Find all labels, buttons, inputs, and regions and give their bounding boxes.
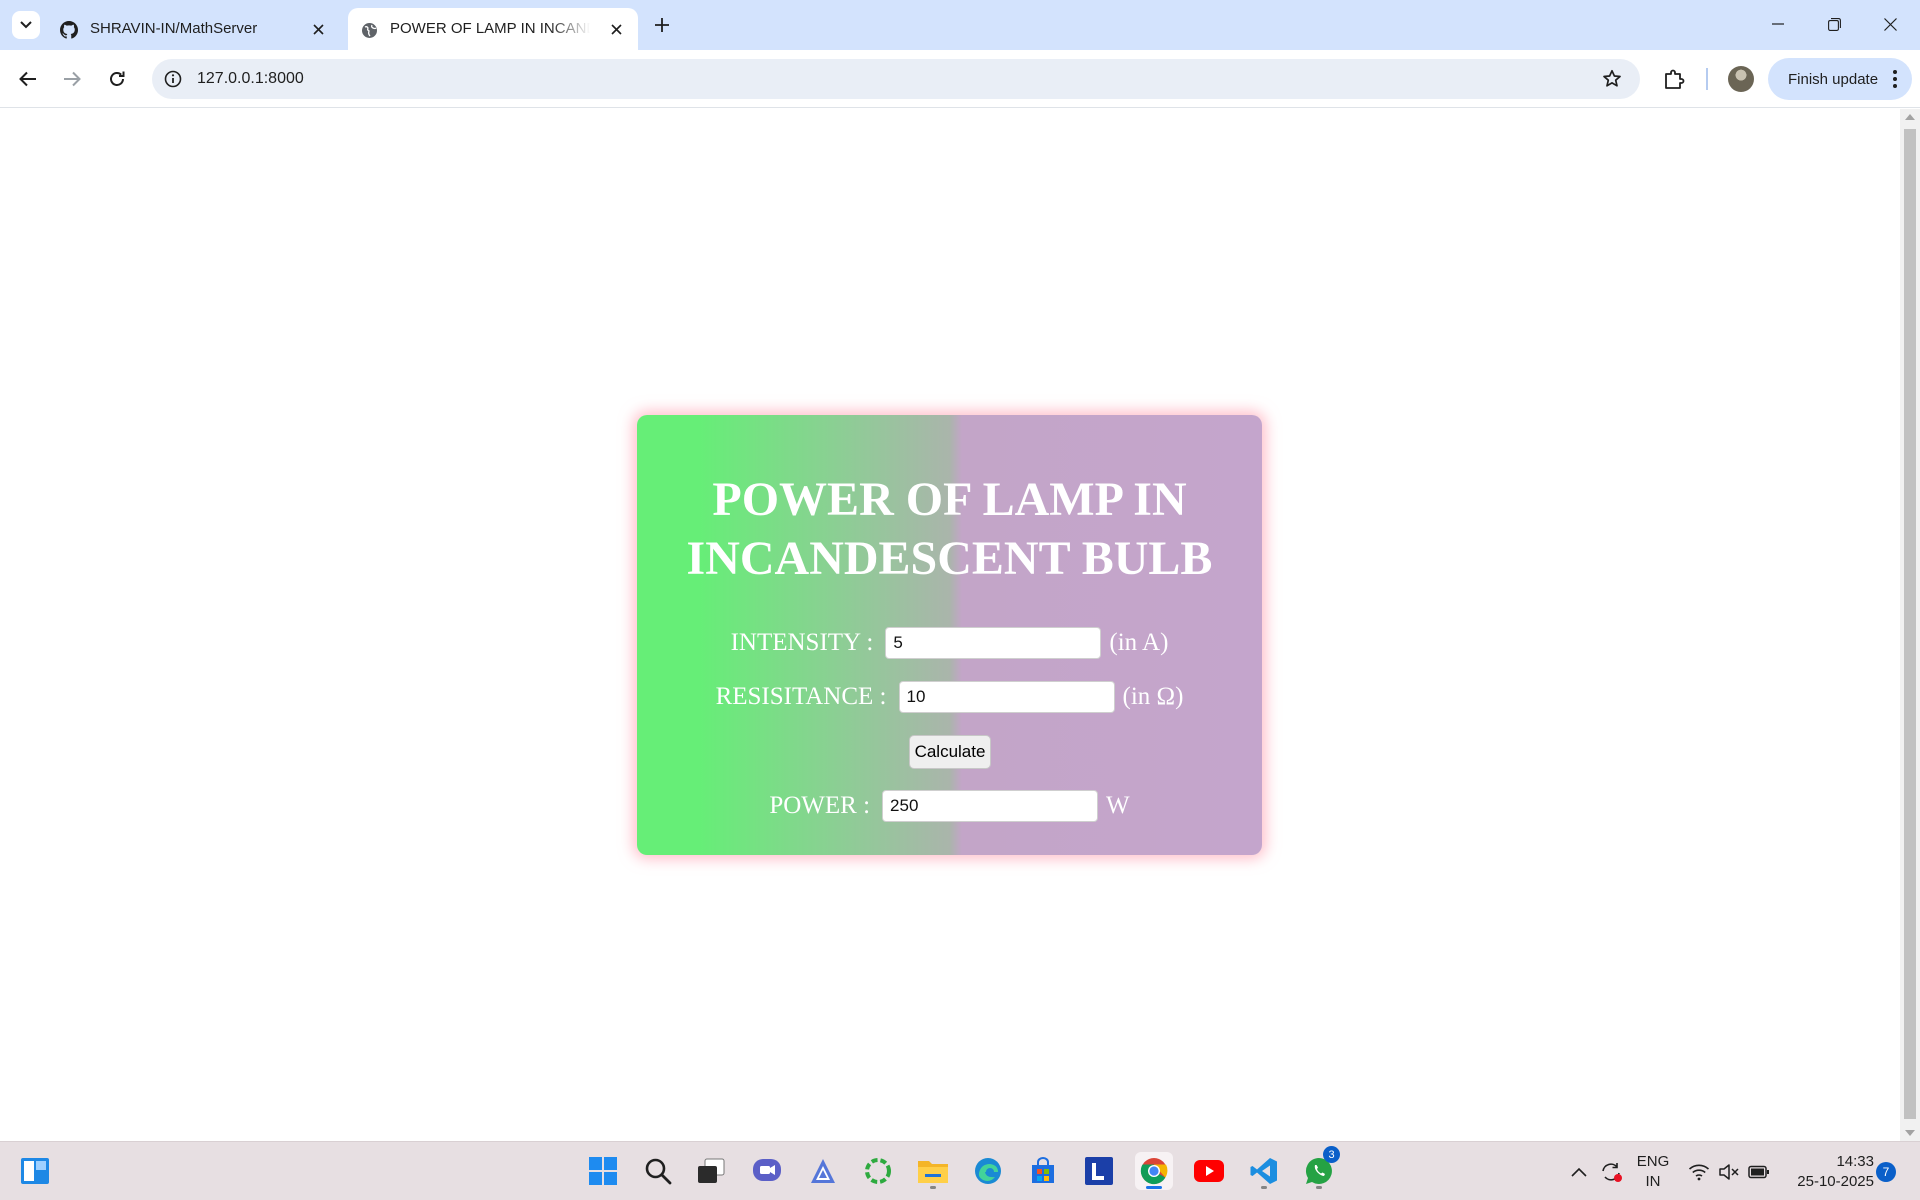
running-indicator (1316, 1186, 1322, 1189)
resistance-label: RESISITANCE : (715, 683, 887, 710)
clock-date: 25-10-2025 (1797, 1173, 1874, 1190)
chevron-up-icon[interactable] (1566, 1142, 1592, 1200)
resistance-row: RESISITANCE : (in Ω) (637, 681, 1262, 713)
tab-mathserver[interactable]: SHRAVIN-IN/MathServer (48, 8, 340, 50)
copilot-icon[interactable] (859, 1152, 897, 1190)
plus-icon (655, 18, 669, 32)
tab-power-of-lamp[interactable]: POWER OF LAMP IN INCANDESCENT BULB (348, 8, 638, 50)
bookmark-star-icon[interactable] (1602, 69, 1622, 89)
power-label: POWER : (769, 792, 871, 819)
back-button[interactable] (12, 63, 44, 95)
close-icon[interactable] (310, 21, 326, 37)
finish-update-label: Finish update (1788, 70, 1879, 88)
url-text[interactable]: 127.0.0.1:8000 (197, 70, 304, 88)
restore-icon (1827, 17, 1841, 31)
profile-avatar[interactable] (1728, 66, 1754, 92)
store-icon[interactable] (1024, 1152, 1062, 1190)
youtube-icon[interactable] (1190, 1152, 1228, 1190)
chrome-icon[interactable] (1135, 1152, 1173, 1190)
start-icon[interactable] (584, 1152, 622, 1190)
intensity-unit: (in A) (1109, 629, 1169, 656)
tab-strip: SHRAVIN-IN/MathServer POWER OF LAMP IN I… (0, 0, 1920, 50)
tab-title: SHRAVIN-IN/MathServer (90, 20, 258, 37)
power-unit: W (1106, 792, 1130, 819)
arrow-right-icon (64, 71, 81, 87)
minimize-button[interactable] (1750, 0, 1806, 48)
task-view-icon[interactable] (692, 1152, 730, 1190)
volume-muted-icon[interactable] (1714, 1142, 1744, 1200)
app-icon[interactable] (804, 1152, 842, 1190)
whatsapp-icon[interactable]: 3 (1300, 1146, 1340, 1190)
tab-title: POWER OF LAMP IN INCANDESCENT BULB (390, 20, 590, 37)
meet-icon[interactable] (748, 1152, 786, 1190)
language-indicator[interactable]: ENG IN (1635, 1152, 1671, 1192)
more-vert-icon (1893, 70, 1897, 88)
resistance-input[interactable] (898, 681, 1115, 713)
address-bar[interactable]: 127.0.0.1:8000 (152, 59, 1640, 99)
l-app-icon[interactable] (1080, 1152, 1118, 1190)
intensity-row: INTENSITY : (in A) (637, 627, 1262, 659)
puzzle-icon (1665, 69, 1685, 89)
language-line-1: ENG (1636, 1153, 1670, 1170)
language-line-2: IN (1645, 1173, 1661, 1190)
finish-update-button[interactable]: Finish update (1768, 58, 1912, 100)
extensions-button[interactable] (1660, 65, 1688, 93)
notification-badge[interactable]: 7 (1876, 1162, 1896, 1182)
site-info-icon[interactable] (164, 70, 182, 88)
search-icon[interactable] (639, 1152, 677, 1190)
scroll-down-arrow-icon[interactable] (1905, 1130, 1915, 1136)
running-indicator (1261, 1186, 1267, 1189)
clock-time: 14:33 (1836, 1153, 1874, 1170)
clock[interactable]: 14:33 25-10-2025 (1784, 1152, 1874, 1192)
active-indicator (1146, 1186, 1162, 1189)
intensity-input[interactable] (885, 627, 1102, 659)
arrow-left-icon (19, 71, 36, 87)
calculator-card: POWER OF LAMP IN INCANDESCENT BULB INTEN… (637, 415, 1262, 855)
browser-toolbar: 127.0.0.1:8000 Finish update (0, 50, 1920, 108)
minimize-icon (1772, 23, 1784, 25)
page-title: POWER OF LAMP IN INCANDESCENT BULB (637, 470, 1262, 588)
title-line-2: INCANDESCENT BULB (686, 532, 1213, 585)
close-icon[interactable] (608, 21, 624, 37)
close-window-button[interactable] (1862, 0, 1918, 48)
reload-icon (110, 71, 125, 86)
intensity-label: INTENSITY : (730, 629, 874, 656)
tab-search-button[interactable] (12, 11, 40, 39)
title-line-1: POWER OF LAMP IN (712, 473, 1187, 526)
forward-button[interactable] (56, 63, 88, 95)
edge-icon[interactable] (969, 1152, 1007, 1190)
screen: SHRAVIN-IN/MathServer POWER OF LAMP IN I… (0, 0, 1920, 1200)
vscode-icon[interactable] (1245, 1152, 1283, 1190)
file-explorer-icon[interactable] (914, 1152, 952, 1190)
github-icon (60, 21, 78, 39)
whatsapp-badge: 3 (1323, 1146, 1340, 1163)
globe-icon (360, 21, 378, 39)
battery-icon[interactable] (1744, 1142, 1774, 1200)
reload-button[interactable] (101, 63, 133, 95)
new-tab-button[interactable] (648, 11, 676, 39)
toolbar-separator (1706, 68, 1708, 90)
close-icon (1883, 17, 1897, 31)
restore-button[interactable] (1806, 0, 1862, 48)
power-row: POWER : W (637, 790, 1262, 822)
power-output[interactable] (882, 790, 1099, 822)
page-scrollbar[interactable] (1900, 109, 1920, 1141)
scrollbar-thumb[interactable] (1904, 129, 1916, 1119)
sync-icon[interactable] (1596, 1142, 1626, 1200)
calculate-button[interactable]: Calculate (909, 735, 991, 769)
resistance-unit: (in Ω) (1122, 683, 1184, 710)
widgets-icon[interactable] (16, 1152, 54, 1190)
scroll-up-arrow-icon[interactable] (1905, 114, 1915, 120)
wifi-icon[interactable] (1684, 1142, 1714, 1200)
running-indicator (930, 1186, 936, 1189)
chevron-down-icon (20, 21, 32, 29)
taskbar: 3 ENG IN 14:33 25-10-2025 7 (0, 1141, 1920, 1200)
